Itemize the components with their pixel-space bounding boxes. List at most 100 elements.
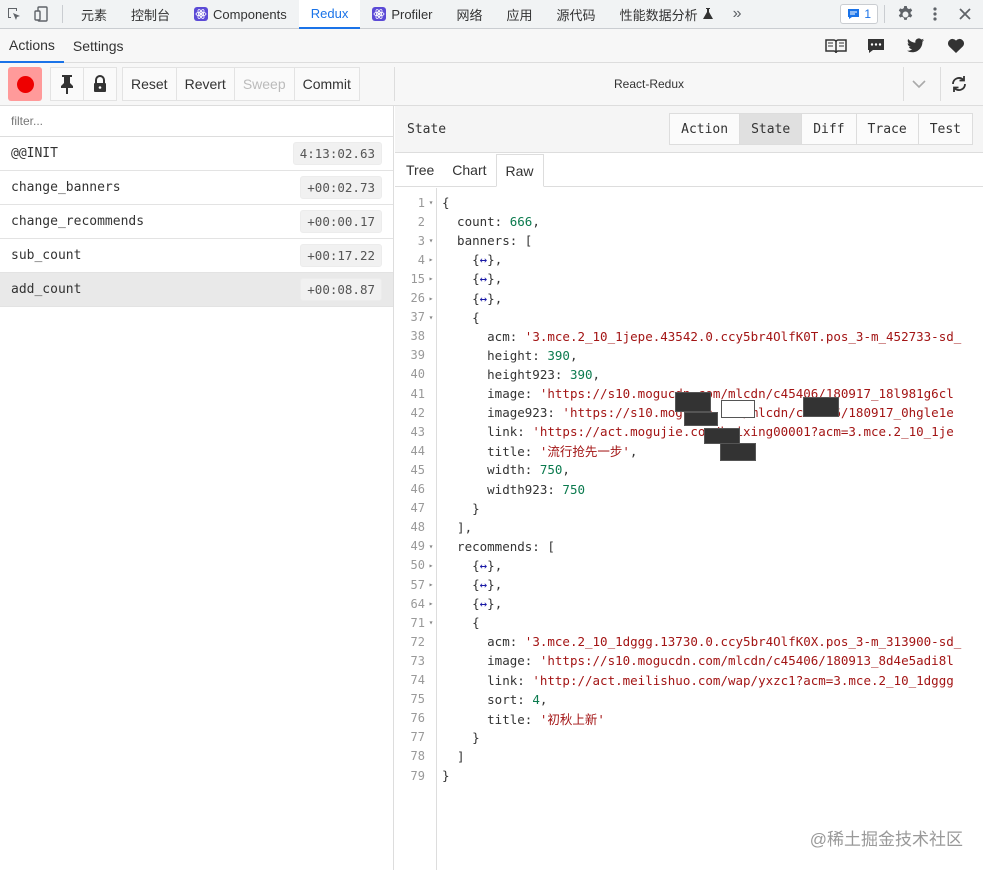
code-line: 78 ]	[395, 747, 983, 766]
lock-button[interactable]	[83, 67, 117, 101]
code-text: width: 750,	[442, 462, 570, 478]
code-line: 45 width: 750,	[395, 460, 983, 479]
tab-application[interactable]: 应用	[495, 0, 545, 29]
line-number: 73	[410, 653, 425, 668]
tab-label: 元素	[81, 7, 108, 23]
line-number: 75	[410, 692, 425, 707]
tab-test[interactable]: Test	[917, 113, 973, 145]
line-number: 2	[417, 214, 425, 229]
list-item[interactable]: @@INIT 4:13:02.63	[0, 137, 393, 171]
filter-input[interactable]: filter...	[0, 106, 393, 137]
image-artifact	[675, 392, 711, 412]
fold-collapsed-icon[interactable]: ▸	[425, 561, 437, 570]
gear-icon[interactable]	[891, 0, 919, 29]
chat-icon[interactable]	[857, 31, 895, 61]
book-icon[interactable]	[817, 31, 855, 61]
line-number: 41	[410, 386, 425, 401]
chevron-down-icon[interactable]	[904, 67, 934, 101]
sync-icon[interactable]	[940, 67, 976, 101]
code-text: }	[442, 729, 480, 745]
tab-console[interactable]: 控制台	[119, 0, 182, 29]
line-number: 42	[410, 405, 425, 420]
list-item[interactable]: change_banners +00:02.73	[0, 171, 393, 205]
fold-collapsed-icon[interactable]: ▸	[425, 274, 437, 283]
action-list-pane: filter... @@INIT 4:13:02.63 change_banne…	[0, 106, 394, 870]
line-number: 77	[410, 730, 425, 745]
twitter-icon[interactable]	[897, 31, 935, 61]
code-line: 47 }	[395, 499, 983, 518]
commit-button[interactable]: Commit	[293, 67, 360, 101]
line-number: 78	[410, 749, 425, 764]
fold-expanded-icon[interactable]: ▾	[425, 313, 437, 322]
fold-collapsed-icon[interactable]: ▸	[425, 294, 437, 303]
tab-action[interactable]: Action	[669, 113, 741, 145]
tab-label: 应用	[506, 7, 533, 23]
code-text: {	[442, 615, 480, 631]
line-number: 1	[417, 195, 425, 210]
code-line: 74 link: 'http://act.meilishuo.com/wap/y…	[395, 671, 983, 690]
tab-components[interactable]: Components	[182, 0, 299, 29]
action-name: change_banners	[11, 180, 121, 195]
tab-performance-insights[interactable]: 性能数据分析	[608, 0, 725, 29]
code-text: {↔},	[442, 577, 503, 592]
inspect-element-icon[interactable]	[0, 0, 28, 29]
list-item[interactable]: change_recommends +00:00.17	[0, 205, 393, 239]
toolbar: Reset Revert Sweep Commit React-Redux	[0, 63, 983, 106]
tab-elements[interactable]: 元素	[69, 0, 119, 29]
watermark: @稀土掘金技术社区	[809, 830, 963, 849]
list-item[interactable]: sub_count +00:17.22	[0, 239, 393, 273]
code-text: height: 390,	[442, 347, 578, 363]
line-number: 38	[410, 329, 425, 344]
tab-diff[interactable]: Diff	[801, 113, 857, 145]
fold-expanded-icon[interactable]: ▾	[425, 198, 437, 207]
kebab-menu-icon[interactable]	[921, 0, 949, 29]
code-text: ],	[442, 519, 473, 535]
code-line: 75 sort: 4,	[395, 690, 983, 709]
tab-chart[interactable]: Chart	[443, 153, 495, 186]
tab-label: 源代码	[556, 7, 596, 23]
fold-collapsed-icon[interactable]: ▸	[425, 580, 437, 589]
inspector-tabs: Action State Diff Trace Test	[669, 113, 973, 145]
code-line: 49 ▾ recommends: [	[395, 537, 983, 556]
code-text: acm: '3.mce.2_10_1dggg.13730.0.ccy5br4Ol…	[442, 634, 962, 650]
fold-expanded-icon[interactable]: ▾	[425, 236, 437, 245]
heart-icon[interactable]	[937, 31, 975, 61]
tab-label: Redux	[310, 5, 349, 21]
close-icon[interactable]	[951, 0, 979, 29]
revert-button[interactable]: Revert	[175, 67, 235, 101]
fold-expanded-icon[interactable]: ▾	[425, 618, 437, 627]
line-number: 43	[410, 424, 425, 439]
tab-sources[interactable]: 源代码	[545, 0, 608, 29]
fold-collapsed-icon[interactable]: ▸	[425, 599, 437, 608]
code-line: 64 ▸ {↔},	[395, 594, 983, 613]
more-tabs-button[interactable]: »	[725, 5, 750, 23]
tab-actions[interactable]: Actions	[0, 29, 64, 63]
raw-state-editor[interactable]: 1 ▾{2 count: 666, 3 ▾ banners: [4 ▸ {↔}, 15 ▸ …	[395, 188, 983, 870]
tab-trace[interactable]: Trace	[855, 113, 919, 145]
code-text: title: '流行抢先一步',	[442, 444, 638, 460]
code-text: recommends: [	[442, 538, 555, 554]
line-number: 57	[410, 577, 425, 592]
reset-button[interactable]: Reset	[122, 67, 177, 101]
record-button[interactable]	[8, 67, 42, 101]
issues-badge[interactable]: 1	[840, 4, 878, 24]
list-item[interactable]: add_count +00:08.87	[0, 273, 393, 307]
code-text: image: 'https://s10.mogucdn.com/mlcdn/c4…	[442, 653, 954, 669]
tab-raw[interactable]: Raw	[495, 154, 544, 187]
tab-settings[interactable]: Settings	[64, 29, 133, 63]
action-time: +00:08.87	[300, 278, 382, 301]
code-text: {↔},	[442, 252, 503, 268]
fold-collapsed-icon[interactable]: ▸	[425, 255, 437, 264]
fold-expanded-icon[interactable]: ▾	[425, 542, 437, 551]
tab-redux[interactable]: Redux	[298, 0, 361, 29]
sweep-button[interactable]: Sweep	[233, 67, 295, 101]
tab-tree[interactable]: Tree	[397, 153, 443, 186]
code-text: title: '初秋上新'	[442, 711, 605, 727]
code-line: 46 width923: 750	[395, 480, 983, 499]
instance-selector[interactable]: React-Redux	[394, 67, 904, 101]
device-toolbar-icon[interactable]	[28, 0, 56, 29]
tab-state[interactable]: State	[739, 113, 803, 145]
tab-profiler[interactable]: Profiler	[360, 0, 444, 29]
pin-button[interactable]	[50, 67, 84, 101]
tab-network[interactable]: 网络	[445, 0, 495, 29]
